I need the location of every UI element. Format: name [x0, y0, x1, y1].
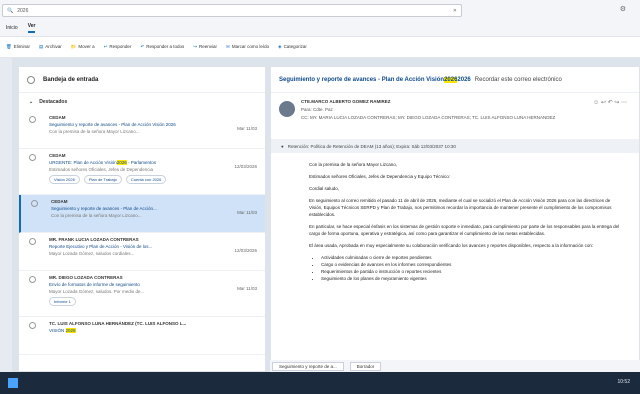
- cc-line: CC: MY. MARIA LUCIA LOZADA CONTRERAS; MY…: [301, 115, 556, 120]
- archive-button[interactable]: ▤ Archivar: [39, 44, 62, 50]
- list-item[interactable]: CEDAM URGENTE: Plan de Acción Visión2026…: [19, 149, 265, 195]
- attachment-chip[interactable]: Plan de Trabajo: [83, 175, 122, 184]
- item-checkbox[interactable]: [29, 322, 36, 329]
- sender-name[interactable]: CTE.MARCO ALBERTO GOMEZ RAMIREZ: [301, 99, 631, 104]
- draft-tab[interactable]: Seguimiento y reporte de a...: [272, 361, 344, 371]
- top-bar: 🔍 2026 ✕ ⚙: [0, 0, 640, 20]
- close-icon[interactable]: ✕: [453, 8, 457, 14]
- item-checkbox[interactable]: [29, 238, 36, 245]
- tab-ver[interactable]: Ver: [27, 23, 36, 33]
- bullet-list: Actividades culminadas o cierre de repor…: [309, 254, 623, 282]
- item-checkbox[interactable]: [31, 200, 38, 207]
- list-item[interactable]: CEDAM Seguimiento y reporte de avances -…: [19, 111, 265, 149]
- to-line: Para: Cdte. Paz: [301, 107, 333, 112]
- envelope-icon: ✉: [226, 44, 230, 49]
- clock: 10:52: [617, 379, 630, 385]
- retention-notice: ● Retención: Política de Retención de DE…: [271, 139, 639, 153]
- attachment-chip[interactable]: Visión 2026: [49, 175, 80, 184]
- message-subject: Seguimiento y reporte de avances - Plan …: [271, 67, 639, 93]
- windows-start-icon[interactable]: [8, 378, 18, 388]
- tab-inicio[interactable]: Inicio: [6, 25, 18, 31]
- forward-button[interactable]: ↪ Reenviar: [193, 44, 217, 50]
- item-checkbox[interactable]: [29, 116, 36, 123]
- attachment-chip[interactable]: Cuenta con 2026: [125, 175, 167, 184]
- group-header[interactable]: ⌄ Destacados: [19, 93, 265, 111]
- nav-rail: [0, 58, 12, 372]
- search-value: 2026: [17, 7, 29, 14]
- sender-block: CTE.MARCO ALBERTO GOMEZ RAMIREZ Para: Cd…: [271, 93, 639, 139]
- info-icon: ●: [281, 143, 284, 149]
- list-header: Bandeja de entrada: [19, 67, 265, 93]
- list-item[interactable]: MR. DIEGO LOZADA CONTRERAS Envío de form…: [19, 271, 265, 317]
- list-title: Bandeja de entrada: [43, 76, 99, 83]
- archive-icon: ▤: [38, 44, 44, 49]
- taskbar: 10:52: [0, 372, 640, 394]
- move-button[interactable]: 📁 Mover a: [71, 44, 95, 50]
- ribbon-tabs: Inicio Ver: [0, 20, 640, 36]
- draft-tab[interactable]: Borrador: [349, 361, 382, 371]
- list-item[interactable]: TC. LUIS ALFONSO LUNA HERNÁNDEZ (TC. LUI…: [19, 317, 265, 355]
- select-all-checkbox[interactable]: [27, 75, 35, 84]
- item-checkbox[interactable]: [29, 154, 36, 161]
- reply-actions[interactable]: ☺ ↩ ↶ ↪ ⋯: [593, 99, 627, 106]
- list-item[interactable]: MR. FRANK LUCIA LOZADA CONTRERAS Reporte…: [19, 233, 265, 271]
- categorize-button[interactable]: ◈ Categorizar: [278, 44, 307, 50]
- list-item-selected[interactable]: CEDAM Seguimiento y reporte de avances -…: [19, 195, 265, 233]
- folder-icon: 📁: [70, 44, 77, 49]
- trash-icon: 🗑: [6, 44, 12, 49]
- message-list: Bandeja de entrada ⌄ Destacados CEDAM Se…: [18, 66, 266, 372]
- reply-all-icon: ↶: [140, 44, 145, 49]
- reading-pane: Seguimiento y reporte de avances - Plan …: [270, 66, 640, 372]
- attachment-chip[interactable]: Informe 1: [49, 297, 76, 306]
- search-icon: 🔍: [7, 7, 14, 14]
- reminder-note: Recordar este correo electrónico: [474, 76, 562, 83]
- mark-read-button[interactable]: ✉ Marcar como leído: [226, 44, 269, 50]
- forward-icon: ↪: [193, 44, 198, 49]
- reply-all-button[interactable]: ↶ Responder a todos: [140, 44, 184, 50]
- delete-button[interactable]: 🗑 Eliminar: [6, 44, 30, 50]
- search-box[interactable]: 🔍 2026 ✕: [2, 4, 462, 17]
- reply-icon: ↩: [103, 44, 108, 49]
- message-body: Con la premisa de la señora Mayor Lizcan…: [271, 153, 639, 282]
- draft-bar: Seguimiento y reporte de a... Borrador: [270, 360, 640, 372]
- tag-icon: ◈: [278, 44, 282, 49]
- item-checkbox[interactable]: [29, 276, 36, 283]
- reply-button[interactable]: ↩ Responder: [104, 44, 132, 50]
- avatar[interactable]: [279, 101, 295, 117]
- ribbon-toolbar: 🗑 Eliminar ▤ Archivar 📁 Mover a ↩ Responder …: [0, 36, 640, 58]
- more-icon[interactable]: ⚙: [620, 5, 626, 13]
- chevron-down-icon: ⌄: [29, 99, 34, 105]
